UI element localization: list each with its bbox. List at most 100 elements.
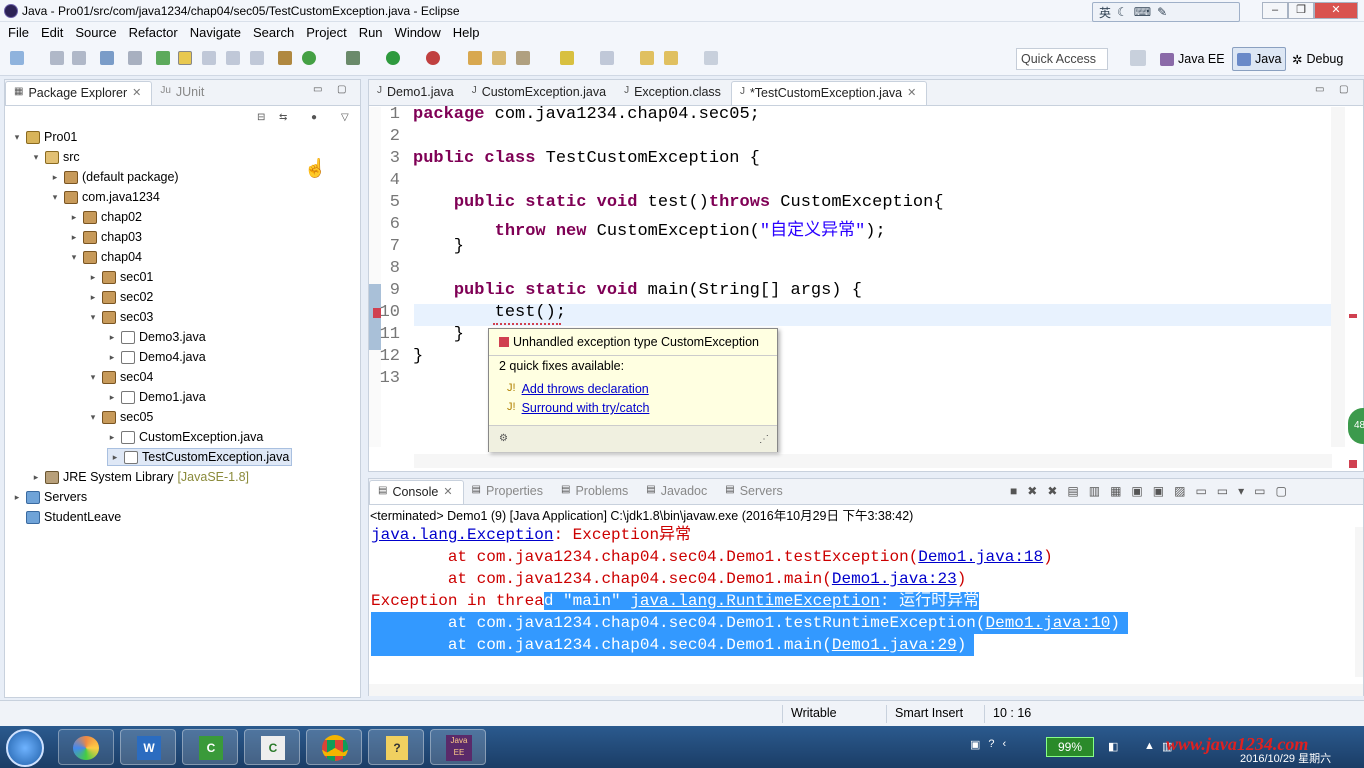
pin-console-icon[interactable]: ▨	[1174, 484, 1185, 498]
tree-item[interactable]: ▾ com.java1234	[50, 188, 160, 206]
twisty-icon[interactable]: ▸	[69, 232, 79, 243]
collapse-all-icon[interactable]: ⊟	[257, 112, 265, 123]
taskbar-app-colorful[interactable]	[58, 729, 114, 765]
tray-help-icon[interactable]: ?	[988, 738, 994, 751]
add-throws-link[interactable]: Add throws declaration	[522, 382, 649, 396]
stack-trace-link[interactable]: java.lang.Exception	[371, 526, 553, 544]
external-tools-icon[interactable]	[426, 51, 440, 65]
open-type-icon[interactable]	[468, 51, 482, 65]
tree-item[interactable]: StudentLeave	[12, 508, 121, 526]
resize-grip-icon[interactable]: ⋰	[759, 434, 769, 445]
twisty-icon[interactable]: ▸	[12, 492, 22, 503]
menu-source[interactable]: Source	[69, 25, 122, 40]
tree-item[interactable]: ▸ JRE System Library [JavaSE-1.8]	[31, 468, 249, 486]
open-console-icon[interactable]: ▭	[1217, 484, 1228, 498]
close-icon[interactable]: ✕	[907, 86, 916, 105]
twisty-icon[interactable]: ▾	[88, 412, 98, 423]
editor-tab[interactable]: J Demo1.java	[369, 81, 464, 105]
back-icon[interactable]	[664, 51, 678, 65]
tree-item[interactable]: ▾ src	[31, 148, 80, 166]
maximize-button[interactable]: ❐	[1288, 2, 1314, 19]
new-icon[interactable]	[10, 51, 24, 65]
server-icon[interactable]	[278, 51, 292, 65]
tree-item[interactable]: ▾ sec03	[88, 308, 154, 326]
close-icon[interactable]: ✕	[132, 86, 141, 105]
edit-icon[interactable]	[516, 51, 530, 65]
console-tab-servers[interactable]: ▤ Servers	[717, 480, 793, 504]
save-icon[interactable]	[50, 51, 64, 65]
clear-console-icon[interactable]: ▤	[1067, 484, 1078, 498]
tree-item[interactable]: ▸ chap03	[69, 228, 142, 246]
tree-item[interactable]: ▸ (default package)	[50, 168, 179, 186]
tab-junit[interactable]: Ju JUnit	[152, 81, 214, 105]
console-scrollbar[interactable]	[369, 684, 1363, 696]
menu-help[interactable]: Help	[447, 25, 486, 40]
tree-item[interactable]: ▾ sec05	[88, 408, 154, 426]
twisty-icon[interactable]: ▾	[88, 312, 98, 323]
tab-package-explorer[interactable]: ▦ Package Explorer ✕	[5, 81, 153, 105]
vertical-scrollbar[interactable]	[1331, 107, 1345, 447]
stack-trace-link[interactable]: java.lang.RuntimeException	[630, 592, 880, 610]
tree-item[interactable]: ▸ Demo1.java	[107, 388, 206, 406]
menu-file[interactable]: File	[2, 25, 35, 40]
start-button[interactable]	[6, 729, 44, 767]
menu-run[interactable]: Run	[353, 25, 389, 40]
twisty-icon[interactable]: ▾	[31, 152, 41, 163]
search-icon[interactable]	[128, 51, 142, 65]
tree-item[interactable]: ▾ sec04	[88, 368, 154, 386]
maximize-view-icon[interactable]: ▢	[1276, 484, 1287, 498]
twisty-icon[interactable]: ▸	[31, 472, 41, 483]
ime-toolbar[interactable]: 英 ☾ ⌨ ✎	[1092, 2, 1240, 22]
tree-item[interactable]: ▸ sec01	[88, 268, 154, 286]
twisty-icon[interactable]: ▸	[107, 352, 117, 363]
perspective-java[interactable]: Java	[1232, 47, 1287, 71]
word-wrap-icon[interactable]: ▦	[1110, 484, 1121, 498]
taskbar-app-help[interactable]: ?	[368, 729, 424, 765]
tray-arrow-icon[interactable]: ‹	[1003, 738, 1007, 751]
tray-monitor-icon[interactable]: ▣	[970, 738, 980, 751]
quick-access-input[interactable]: Quick Access	[1016, 48, 1108, 70]
tray-power-icon[interactable]: ◧	[1108, 740, 1118, 753]
link-editor-icon[interactable]: ⇆	[279, 112, 287, 123]
tree-item[interactable]: ▸ sec02	[88, 288, 154, 306]
tree-item[interactable]: ▸ chap02	[69, 208, 142, 226]
menu-refactor[interactable]: Refactor	[123, 25, 184, 40]
tree-item[interactable]: ▾ Pro01	[12, 128, 78, 146]
console-tab-properties[interactable]: ▤ Properties	[464, 480, 553, 504]
taskbar-app-eclipse[interactable]: Java EE	[430, 729, 486, 765]
tree-item[interactable]: ▸ Servers	[12, 488, 87, 506]
scroll-lock-icon[interactable]: ▥	[1089, 484, 1100, 498]
remove-launch-icon[interactable]: ✖	[1027, 484, 1037, 498]
editor-tab[interactable]: J CustomException.java	[464, 81, 616, 105]
menu-project[interactable]: Project	[300, 25, 352, 40]
twisty-icon[interactable]: ▾	[12, 132, 22, 143]
debug-icon[interactable]	[346, 51, 360, 65]
print-icon[interactable]	[100, 51, 114, 65]
twisty-icon[interactable]: ▾	[88, 372, 98, 383]
menu-navigate[interactable]: Navigate	[184, 25, 247, 40]
forward-icon[interactable]	[704, 51, 718, 65]
block-select-icon[interactable]	[202, 51, 216, 65]
close-icon[interactable]: ✕	[443, 485, 452, 504]
quickfix-item[interactable]: J! Surround with try/catch	[507, 401, 649, 415]
menu-search[interactable]: Search	[247, 25, 300, 40]
run-icon[interactable]	[386, 51, 400, 65]
save-all-icon[interactable]	[72, 51, 86, 65]
taskbar-app-chrome[interactable]	[306, 729, 362, 765]
twisty-icon[interactable]: ▾	[50, 192, 60, 203]
tree-item[interactable]: ▸ CustomException.java	[107, 428, 264, 446]
refresh-icon[interactable]	[302, 51, 316, 65]
view-menu-icon[interactable]: ▽	[341, 112, 349, 123]
tree-item[interactable]: ▾ chap04	[69, 248, 142, 266]
twisty-icon[interactable]: ▸	[107, 432, 117, 443]
taskbar-app-word[interactable]: W	[120, 729, 176, 765]
view-menu-icon[interactable]: ▾	[1238, 484, 1244, 498]
prev-annotation-icon[interactable]	[600, 51, 614, 65]
twisty-icon[interactable]: ▸	[88, 292, 98, 303]
tray-expand-icon[interactable]: ▲	[1144, 740, 1155, 752]
editor-tab[interactable]: J *TestCustomException.java ✕	[730, 81, 928, 105]
open-perspective-icon[interactable]	[1130, 50, 1146, 66]
twisty-icon[interactable]: ▸	[107, 392, 117, 403]
minimize-button[interactable]: –	[1262, 2, 1288, 19]
overview-error-summary-icon[interactable]	[1349, 460, 1357, 468]
